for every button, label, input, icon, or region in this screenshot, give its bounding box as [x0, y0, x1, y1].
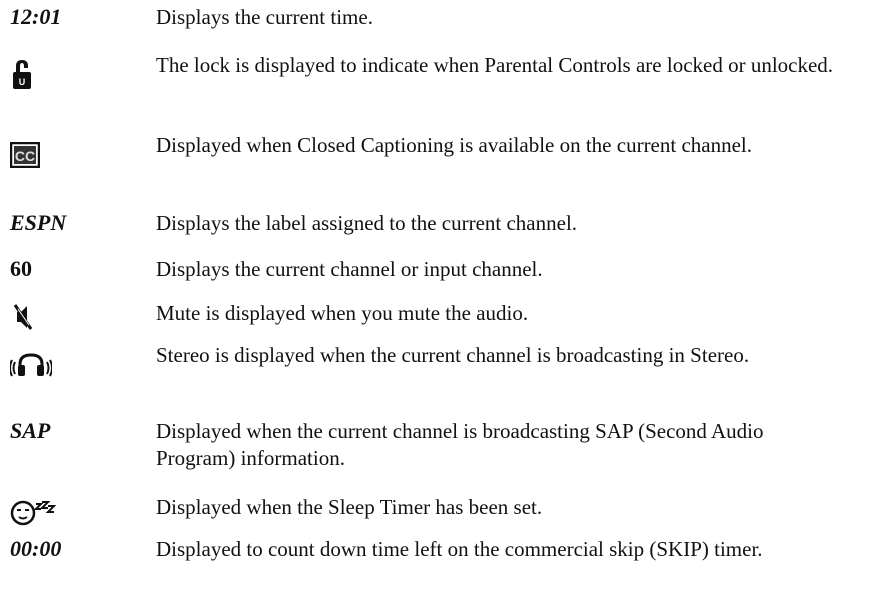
description: Stereo is displayed when the current cha…	[156, 343, 750, 367]
sleep-timer-icon	[10, 498, 56, 528]
indicator-cell	[10, 490, 130, 530]
description: Displayed when Closed Captioning is avai…	[156, 133, 753, 157]
channel-label-indicator: ESPN	[10, 210, 67, 235]
svg-text:U: U	[19, 77, 26, 87]
indicator-cell: 60	[10, 252, 130, 292]
mute-icon	[14, 304, 32, 330]
lock-icon: U	[12, 58, 32, 90]
description: Displays the current time.	[156, 5, 373, 29]
description: Displays the current channel or input ch…	[156, 257, 543, 281]
description: Displayed when the current channel is br…	[156, 419, 764, 470]
description: The lock is displayed to indicate when P…	[156, 53, 834, 77]
indicator-cell	[10, 338, 130, 378]
indicator-cell: CC	[10, 128, 130, 168]
description: Displayed to count down time left on the…	[156, 537, 763, 561]
description: Displayed when the Sleep Timer has been …	[156, 495, 543, 519]
svg-text:CC: CC	[15, 148, 35, 164]
skip-timer-indicator: 00:00	[10, 536, 62, 561]
closed-captioning-icon: CC	[10, 142, 40, 168]
indicator-cell: ESPN	[10, 206, 130, 246]
time-indicator: 12:01	[10, 4, 62, 29]
indicator-cell	[10, 296, 130, 336]
channel-number-indicator: 60	[10, 256, 32, 281]
description: Mute is displayed when you mute the audi…	[156, 301, 529, 325]
stereo-icon	[10, 352, 52, 378]
description: Displays the label assigned to the curre…	[156, 211, 578, 235]
indicator-cell: 00:00	[10, 532, 130, 572]
indicator-cell: 12:01	[10, 0, 130, 40]
indicator-cell: U	[10, 48, 130, 90]
indicator-cell: SAP	[10, 414, 130, 454]
sap-indicator: SAP	[10, 418, 51, 443]
